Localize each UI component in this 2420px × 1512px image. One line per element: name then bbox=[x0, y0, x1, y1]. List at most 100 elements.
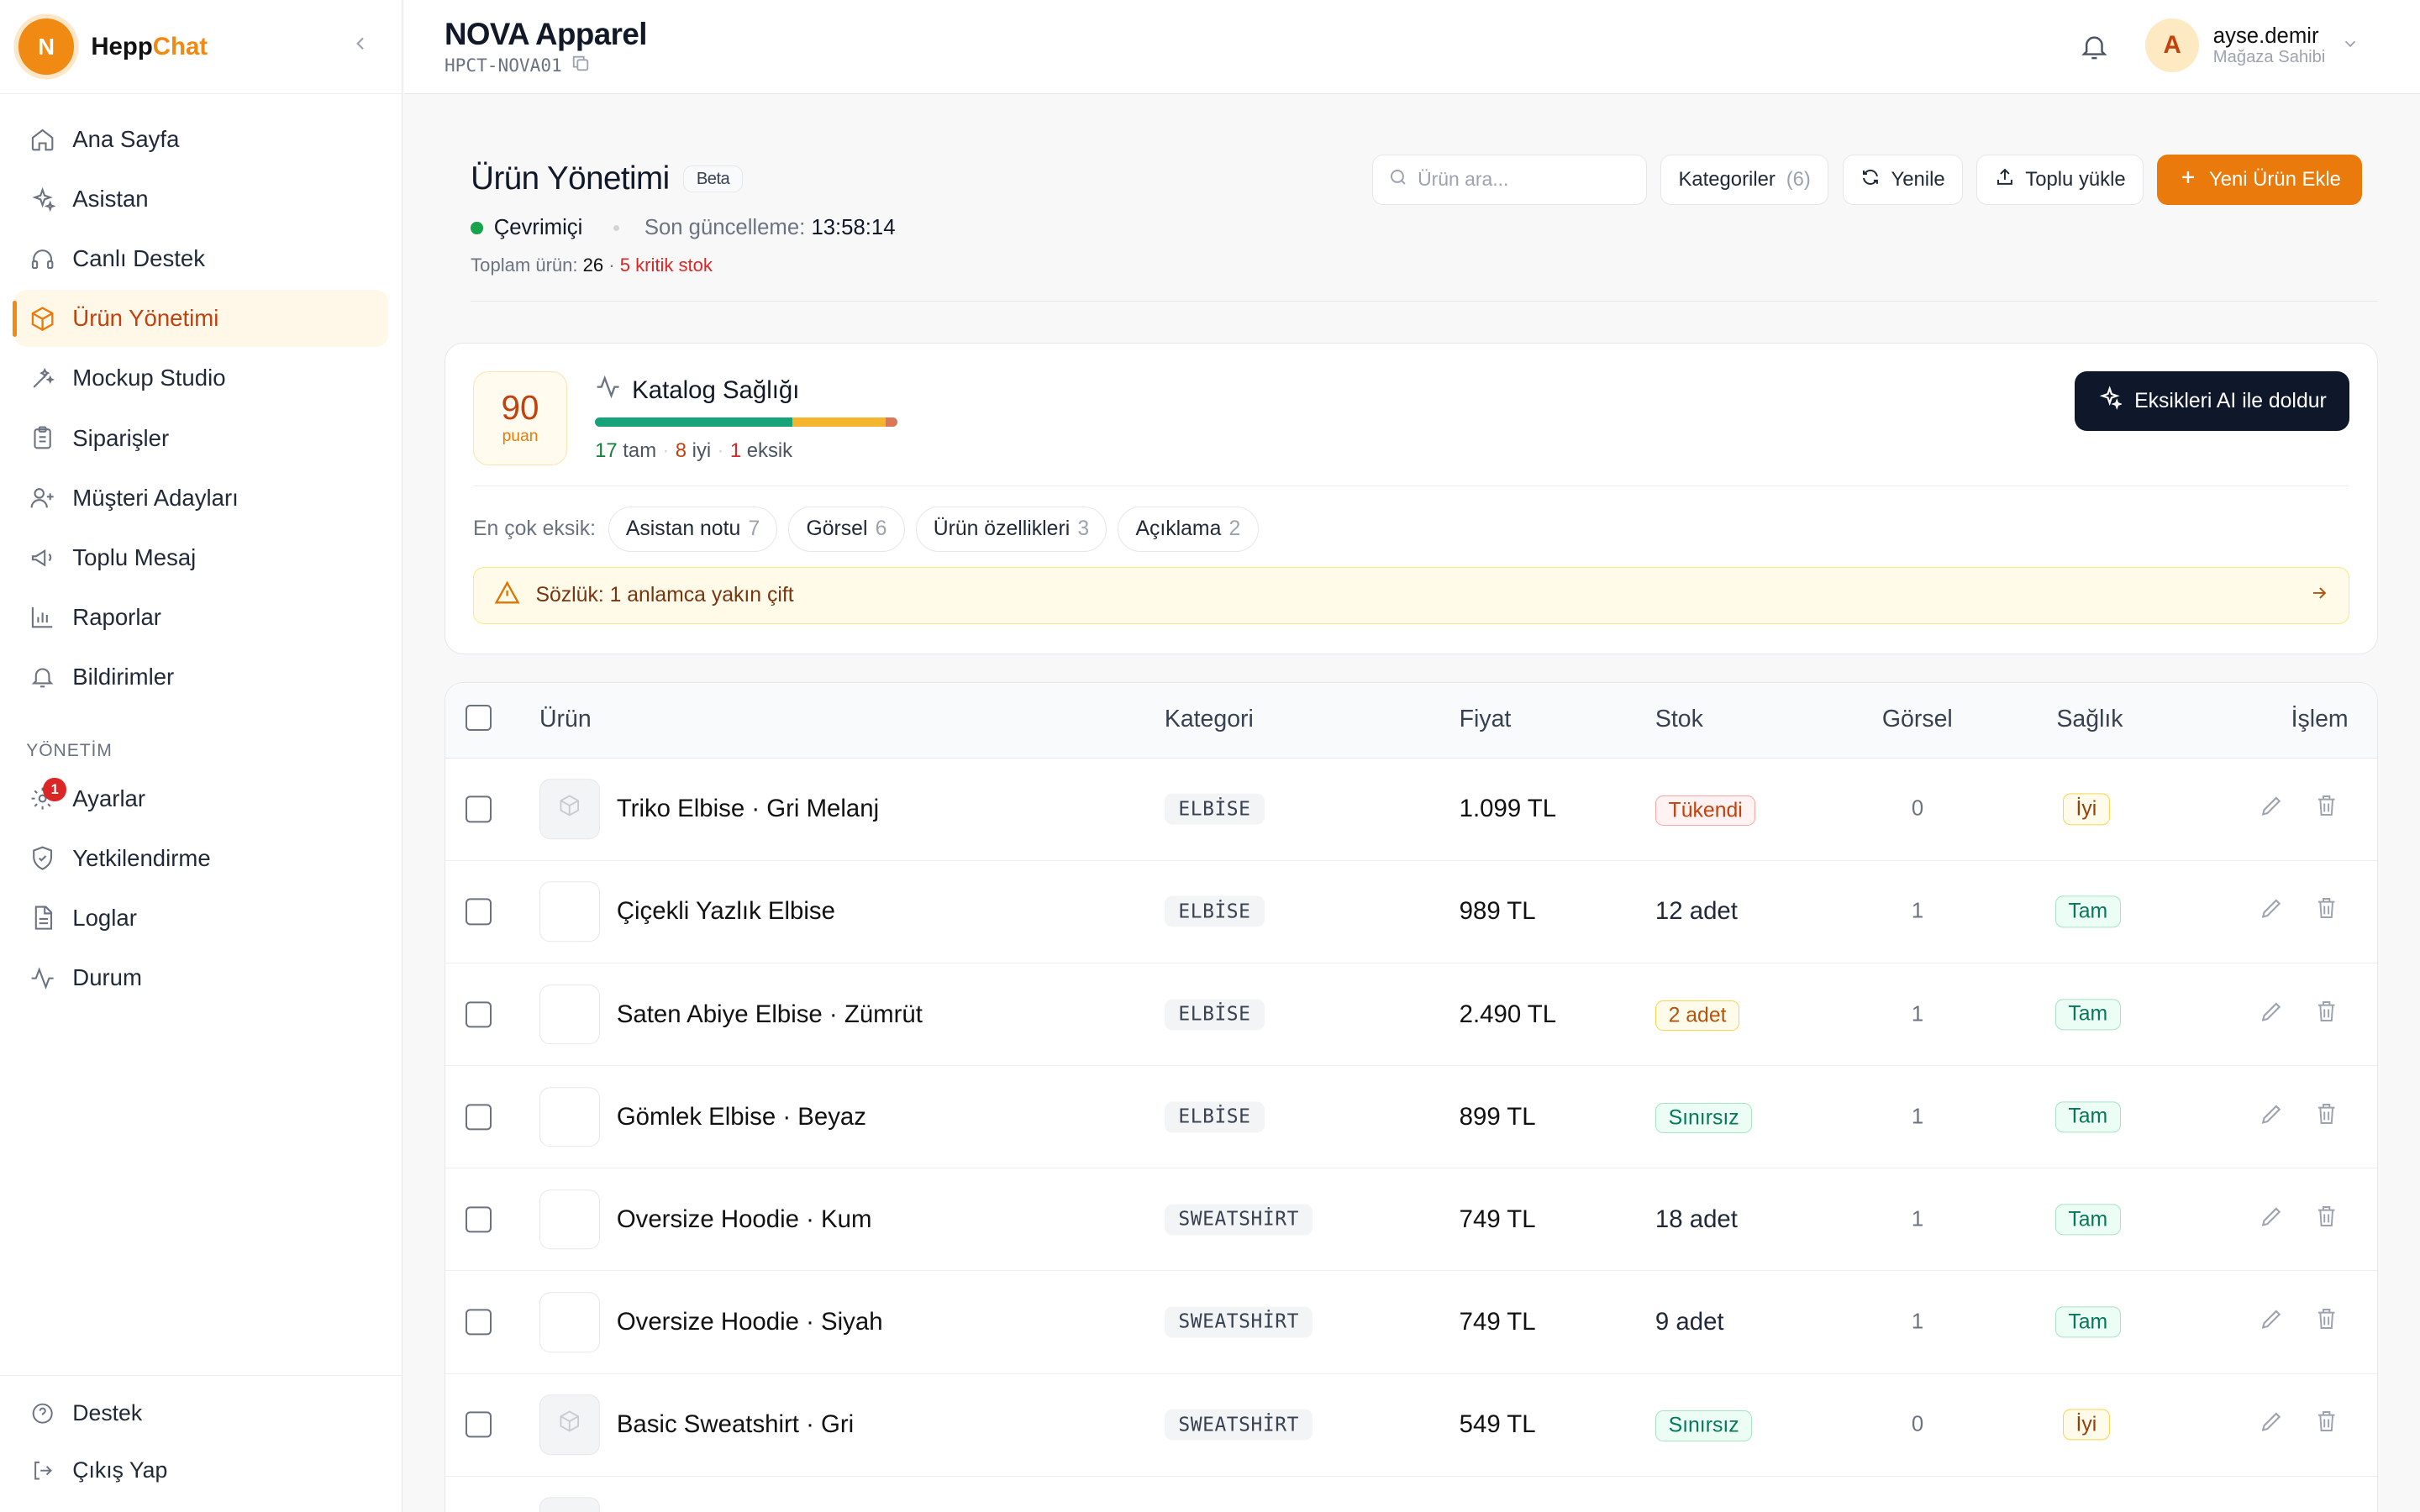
row-checkbox[interactable] bbox=[465, 1104, 492, 1131]
sidebar-item-loglar[interactable]: Loglar bbox=[14, 890, 388, 947]
stock-value: 18 adet bbox=[1655, 1205, 1738, 1233]
row-checkbox[interactable] bbox=[465, 1411, 492, 1438]
refresh-label: Yenile bbox=[1891, 167, 1945, 191]
header-image[interactable]: Görsel bbox=[1882, 706, 1953, 733]
table-row[interactable]: Oversize Hoodie · Kum SWEATSHİRT 749 TL … bbox=[445, 1168, 2378, 1272]
add-product-button[interactable]: Yeni Ürün Ekle bbox=[2157, 154, 2362, 206]
product-price: 749 TL bbox=[1459, 1307, 1536, 1336]
product-thumbnail[interactable] bbox=[539, 1292, 600, 1352]
edit-icon[interactable] bbox=[2259, 793, 2285, 826]
sidebar-item-label: Loglar bbox=[72, 905, 137, 932]
sidebar-item-mockup-studio[interactable]: Mockup Studio bbox=[14, 349, 388, 407]
product-thumbnail[interactable] bbox=[539, 1497, 600, 1512]
edit-icon[interactable] bbox=[2259, 1409, 2285, 1441]
refresh-button[interactable]: Yenile bbox=[1842, 154, 1963, 206]
copy-icon[interactable] bbox=[571, 54, 590, 76]
table-row[interactable]: Triko Elbise · Gri Melanj ELBİSE 1.099 T… bbox=[445, 759, 2378, 861]
product-thumbnail[interactable] bbox=[539, 1394, 600, 1455]
product-thumbnail[interactable] bbox=[539, 881, 600, 942]
row-checkbox[interactable] bbox=[465, 1309, 492, 1336]
chip-count: 2 bbox=[1228, 517, 1241, 541]
sidebar-item-urun-yonetimi[interactable]: Ürün Yönetimi bbox=[12, 290, 388, 348]
header-stock[interactable]: Stok bbox=[1655, 706, 1703, 733]
add-product-label: Yeni Ürün Ekle bbox=[2208, 167, 2341, 191]
trash-icon[interactable] bbox=[2314, 794, 2338, 825]
user-menu[interactable]: A ayse.demir Mağaza Sahibi bbox=[2145, 18, 2360, 73]
product-name[interactable]: Basic Sweatshirt · Gri bbox=[617, 1410, 854, 1439]
product-thumbnail[interactable] bbox=[539, 1189, 600, 1250]
sidebar-item-durum[interactable]: Durum bbox=[14, 949, 388, 1006]
health-badge: Tam bbox=[2054, 895, 2121, 928]
dictionary-warning[interactable]: Sözlük: 1 anlamca yakın çift bbox=[473, 567, 2350, 624]
table-row[interactable]: Basic Sweatshirt · Gri SWEATSHİRT 549 TL… bbox=[445, 1374, 2378, 1477]
product-thumbnail[interactable] bbox=[539, 984, 600, 1045]
edit-icon[interactable] bbox=[2259, 1305, 2285, 1338]
categories-button[interactable]: Kategoriler (6) bbox=[1660, 154, 1829, 206]
search-box[interactable] bbox=[1371, 154, 1647, 206]
missing-chip-urun-ozellikleri[interactable]: Ürün özellikleri 3 bbox=[915, 507, 1107, 552]
missing-chip-gorsel[interactable]: Görsel 6 bbox=[788, 507, 905, 552]
product-name[interactable]: Oversize Hoodie · Siyah bbox=[617, 1308, 883, 1336]
product-price: 989 TL bbox=[1459, 897, 1536, 926]
header-category[interactable]: Kategori bbox=[1165, 706, 1254, 733]
notifications-bell-icon[interactable] bbox=[2079, 31, 2110, 62]
row-checkbox[interactable] bbox=[465, 1001, 492, 1028]
product-name[interactable]: Triko Elbise · Gri Melanj bbox=[617, 795, 879, 823]
image-count: 0 bbox=[1911, 1412, 1924, 1436]
total-label: Toplam ürün: bbox=[471, 255, 578, 276]
sidebar-item-label: Siparişler bbox=[72, 424, 170, 451]
trash-icon[interactable] bbox=[2314, 896, 2338, 927]
product-thumbnail[interactable] bbox=[539, 1086, 600, 1147]
row-checkbox[interactable] bbox=[465, 795, 492, 822]
product-name[interactable]: Saten Abiye Elbise · Zümrüt bbox=[617, 1000, 923, 1029]
sidebar-item-yetkilendirme[interactable]: Yetkilendirme bbox=[14, 830, 388, 887]
category-tag: ELBİSE bbox=[1164, 793, 1265, 825]
collapse-sidebar-icon[interactable] bbox=[350, 33, 371, 61]
table-row[interactable] bbox=[445, 1477, 2377, 1512]
table-row[interactable]: Saten Abiye Elbise · Zümrüt ELBİSE 2.490… bbox=[445, 963, 2378, 1067]
search-input[interactable] bbox=[1418, 168, 1618, 192]
table-row[interactable]: Gömlek Elbise · Beyaz ELBİSE 899 TL Sını… bbox=[445, 1066, 2378, 1169]
table-row[interactable]: Çiçekli Yazlık Elbise ELBİSE 989 TL 12 a… bbox=[445, 861, 2378, 964]
sidebar-item-label: Destek bbox=[72, 1399, 143, 1425]
select-all-checkbox[interactable] bbox=[465, 704, 492, 731]
trash-icon[interactable] bbox=[2314, 999, 2338, 1030]
missing-chip-asistan-notu[interactable]: Asistan notu 7 bbox=[608, 507, 778, 552]
edit-icon[interactable] bbox=[2259, 998, 2285, 1031]
edit-icon[interactable] bbox=[2259, 1203, 2285, 1236]
product-name[interactable]: Gömlek Elbise · Beyaz bbox=[617, 1103, 866, 1131]
edit-icon[interactable] bbox=[2259, 895, 2285, 928]
product-thumbnail[interactable] bbox=[539, 779, 600, 840]
edit-icon[interactable] bbox=[2259, 1100, 2285, 1133]
fill-missing-ai-button[interactable]: Eksikleri AI ile doldur bbox=[2074, 370, 2350, 432]
sidebar-item-canli-destek[interactable]: Canlı Destek bbox=[14, 230, 388, 287]
avatar: A bbox=[2145, 18, 2200, 73]
table-row[interactable]: Oversize Hoodie · Siyah SWEATSHİRT 749 T… bbox=[445, 1271, 2378, 1374]
trash-icon[interactable] bbox=[2314, 1204, 2338, 1235]
sidebar-item-ana-sayfa[interactable]: Ana Sayfa bbox=[14, 111, 388, 168]
table-body: Triko Elbise · Gri Melanj ELBİSE 1.099 T… bbox=[445, 759, 2378, 1512]
product-name[interactable]: Oversize Hoodie · Kum bbox=[617, 1205, 872, 1234]
sidebar-item-ayarlar[interactable]: 1 Ayarlar bbox=[14, 770, 388, 827]
stock-badge: 2 adet bbox=[1655, 1000, 1740, 1032]
header-price[interactable]: Fiyat bbox=[1460, 706, 1512, 733]
trash-icon[interactable] bbox=[2314, 1101, 2338, 1132]
trash-icon[interactable] bbox=[2314, 1306, 2338, 1337]
bulk-upload-button[interactable]: Toplu yükle bbox=[1976, 154, 2144, 206]
sidebar-item-bildirimler[interactable]: Bildirimler bbox=[14, 648, 388, 706]
sidebar-item-cikis[interactable]: Çıkış Yap bbox=[14, 1442, 388, 1498]
sidebar-item-destek[interactable]: Destek bbox=[14, 1385, 388, 1441]
row-checkbox[interactable] bbox=[465, 898, 492, 926]
sidebar-item-musteri-adaylari[interactable]: Müşteri Adayları bbox=[14, 470, 388, 527]
sidebar-item-toplu-mesaj[interactable]: Toplu Mesaj bbox=[14, 529, 388, 586]
sidebar-item-asistan[interactable]: Asistan bbox=[14, 171, 388, 228]
product-name[interactable]: Çiçekli Yazlık Elbise bbox=[617, 897, 835, 926]
trash-icon[interactable] bbox=[2314, 1409, 2338, 1440]
header-product[interactable]: Ürün bbox=[539, 706, 592, 733]
row-checkbox[interactable] bbox=[465, 1206, 492, 1233]
missing-chip-aciklama[interactable]: Açıklama 2 bbox=[1118, 507, 1259, 552]
sidebar-item-siparisler[interactable]: Siparişler bbox=[14, 410, 388, 467]
sidebar-item-raporlar[interactable]: Raporlar bbox=[14, 589, 388, 646]
health-score: 90 puan bbox=[473, 370, 568, 465]
header-health[interactable]: Sağlık bbox=[2056, 706, 2123, 733]
